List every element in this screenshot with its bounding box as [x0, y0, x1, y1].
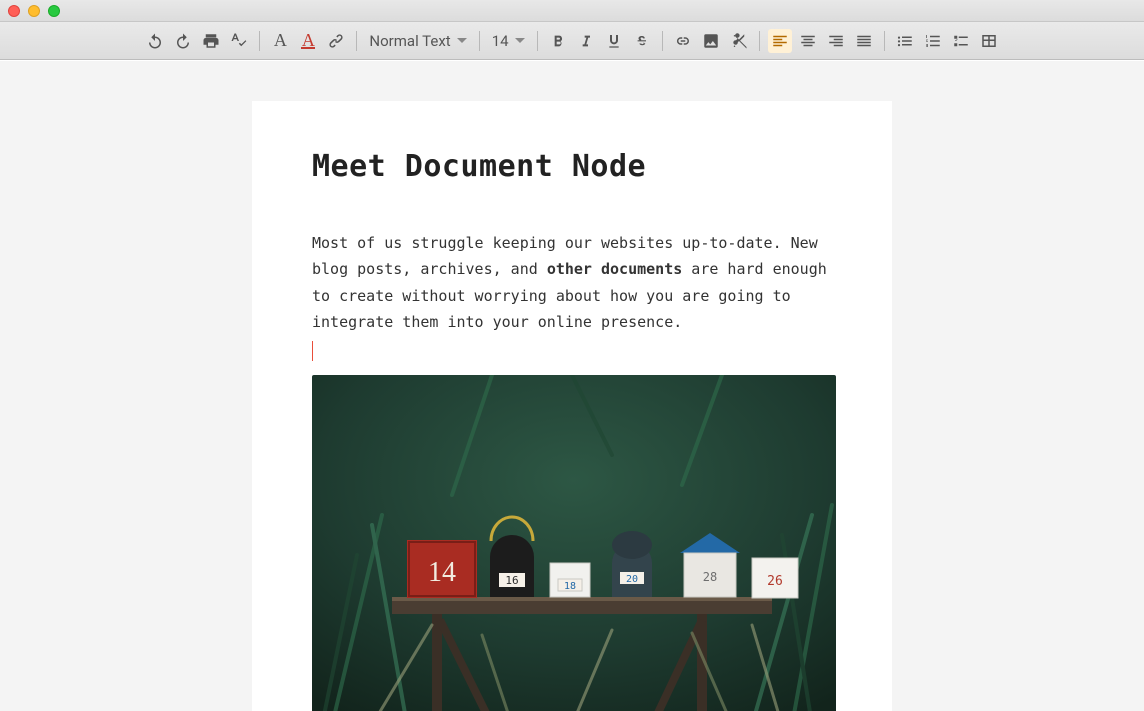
spellcheck-icon	[230, 32, 248, 50]
table-icon	[980, 32, 998, 50]
mailbox-number-3: 18	[564, 581, 576, 592]
font-size-dropdown[interactable]: 14	[488, 30, 529, 52]
chevron-down-icon	[457, 38, 467, 48]
align-left-icon	[771, 32, 789, 50]
insert-table-button[interactable]	[977, 29, 1001, 53]
insert-image-button[interactable]	[699, 29, 723, 53]
bullet-list-icon	[896, 32, 914, 50]
align-right-icon	[827, 32, 845, 50]
font-color-button[interactable]: A	[296, 29, 320, 53]
font-letter-icon: A	[274, 30, 287, 51]
embedded-image[interactable]: 14 16 18	[312, 375, 836, 711]
insert-hyperlink-button[interactable]	[671, 29, 695, 53]
strikethrough-icon	[634, 33, 650, 49]
numbered-list-icon	[924, 32, 942, 50]
align-justify-button[interactable]	[852, 29, 876, 53]
strikethrough-button[interactable]	[630, 29, 654, 53]
font-family-button[interactable]: A	[268, 29, 292, 53]
document-paragraph[interactable]: Most of us struggle keeping our websites…	[312, 230, 832, 335]
underline-icon	[606, 33, 622, 49]
text-cursor	[312, 341, 313, 361]
align-justify-icon	[855, 32, 873, 50]
align-center-button[interactable]	[796, 29, 820, 53]
checklist-icon	[952, 32, 970, 50]
bold-icon	[550, 33, 566, 49]
font-color-swatch	[301, 47, 315, 49]
mailbox-number-1: 14	[428, 557, 456, 588]
document-page[interactable]: Meet Document Node Most of us struggle k…	[252, 101, 892, 711]
link-icon	[327, 32, 345, 50]
image-icon	[702, 32, 720, 50]
font-color-letter-icon: A	[302, 33, 315, 47]
printer-icon	[202, 32, 220, 50]
chain-link-icon	[674, 32, 692, 50]
print-button[interactable]	[199, 29, 223, 53]
scissors-icon	[730, 32, 748, 50]
checklist-button[interactable]	[949, 29, 973, 53]
italic-button[interactable]	[574, 29, 598, 53]
italic-icon	[578, 33, 594, 49]
align-left-button[interactable]	[768, 29, 792, 53]
redo-icon	[174, 32, 192, 50]
mailbox-number-4: 20	[626, 574, 638, 585]
mailbox-number-2: 16	[505, 574, 518, 587]
cut-button[interactable]	[727, 29, 751, 53]
bulleted-list-button[interactable]	[893, 29, 917, 53]
document-canvas[interactable]: Meet Document Node Most of us struggle k…	[0, 60, 1144, 711]
undo-icon	[146, 32, 164, 50]
font-size-label: 14	[492, 32, 509, 50]
titlebar	[0, 0, 1144, 22]
redo-button[interactable]	[171, 29, 195, 53]
undo-button[interactable]	[143, 29, 167, 53]
numbered-list-button[interactable]	[921, 29, 945, 53]
align-center-icon	[799, 32, 817, 50]
chevron-down-icon	[515, 38, 525, 48]
zoom-window-button[interactable]	[48, 5, 60, 17]
toolbar: A A Normal Text 14	[0, 22, 1144, 60]
minimize-window-button[interactable]	[28, 5, 40, 17]
document-title[interactable]: Meet Document Node	[312, 149, 832, 184]
mailbox-number-5: 28	[703, 570, 717, 584]
align-right-button[interactable]	[824, 29, 848, 53]
mailboxes-photo: 14 16 18	[312, 375, 836, 711]
bold-button[interactable]	[546, 29, 570, 53]
spellcheck-button[interactable]	[227, 29, 251, 53]
paragraph-style-dropdown[interactable]: Normal Text	[365, 30, 470, 52]
close-window-button[interactable]	[8, 5, 20, 17]
underline-button[interactable]	[602, 29, 626, 53]
insert-link-button[interactable]	[324, 29, 348, 53]
paragraph-style-label: Normal Text	[369, 32, 450, 50]
mailbox-number-6: 26	[767, 574, 783, 589]
para-text-bold: other documents	[547, 260, 682, 278]
